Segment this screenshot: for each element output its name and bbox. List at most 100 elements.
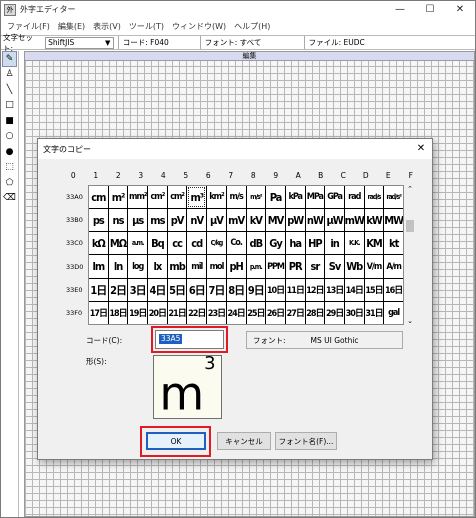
char-cell[interactable]: MV	[266, 209, 285, 232]
char-cell[interactable]: mb	[167, 255, 187, 278]
char-cell[interactable]: 21日	[167, 301, 187, 324]
char-cell[interactable]: pV	[167, 209, 187, 232]
char-cell[interactable]: μV	[207, 209, 226, 232]
menu-edit[interactable]: 編集(E)	[58, 21, 85, 32]
char-cell[interactable]: ps	[89, 209, 108, 232]
char-cell[interactable]: KM	[364, 232, 384, 255]
char-cell[interactable]: kW	[364, 209, 384, 232]
char-cell[interactable]: MΩ	[108, 232, 128, 255]
scroll-thumb[interactable]	[406, 220, 414, 232]
char-cell[interactable]: PR	[285, 255, 305, 278]
char-cell[interactable]: mil	[187, 255, 207, 278]
char-cell[interactable]: 17日	[89, 301, 108, 324]
font-name-button[interactable]: フォント名(F)...	[275, 432, 337, 450]
code-field[interactable]: 33A5	[155, 330, 224, 349]
char-cell[interactable]: mW	[344, 209, 364, 232]
filled-ellipse-icon[interactable]: ●	[2, 144, 17, 160]
char-cell[interactable]: Wb	[344, 255, 364, 278]
char-cell[interactable]: 14日	[344, 278, 364, 301]
filled-rect-icon[interactable]: ■	[2, 113, 17, 129]
char-cell[interactable]: Bq	[148, 232, 167, 255]
cancel-button[interactable]: キャンセル	[217, 432, 271, 450]
char-cell[interactable]: PPM	[266, 255, 285, 278]
char-cell[interactable]: 12日	[305, 278, 325, 301]
char-cell[interactable]: V/m	[364, 255, 384, 278]
char-cell[interactable]: mol	[207, 255, 226, 278]
char-cell[interactable]: Gy	[266, 232, 285, 255]
char-cell[interactable]: nW	[305, 209, 325, 232]
char-cell[interactable]: A/m	[384, 255, 403, 278]
char-cell[interactable]: 27日	[285, 301, 305, 324]
char-cell[interactable]: 15日	[364, 278, 384, 301]
char-cell[interactable]: MPa	[305, 186, 325, 209]
char-cell[interactable]: 9日	[246, 278, 266, 301]
menu-tools[interactable]: ツール(T)	[129, 21, 164, 32]
char-cell[interactable]: ns	[108, 209, 128, 232]
char-cell[interactable]: 6日	[187, 278, 207, 301]
char-cell[interactable]: 23日	[207, 301, 226, 324]
char-cell[interactable]: C/kg	[207, 232, 226, 255]
char-cell[interactable]: 30日	[344, 301, 364, 324]
char-cell[interactable]: 1日	[89, 278, 108, 301]
char-cell[interactable]: m/s²	[246, 186, 266, 209]
hollow-ellipse-icon[interactable]: ○	[2, 129, 17, 145]
brush-icon[interactable]: ♙	[2, 67, 17, 83]
char-cell[interactable]: 26日	[266, 301, 285, 324]
char-cell[interactable]: mm²	[128, 186, 148, 209]
line-icon[interactable]: ╲	[2, 82, 17, 98]
char-cell[interactable]: in	[325, 232, 344, 255]
ok-button[interactable]: OK	[146, 432, 206, 450]
char-cell[interactable]: Co.	[226, 232, 246, 255]
char-cell[interactable]: lm	[89, 255, 108, 278]
eraser-icon[interactable]: ⌫	[2, 191, 17, 207]
char-cell[interactable]: 18日	[108, 301, 128, 324]
char-cell[interactable]: a.m.	[128, 232, 148, 255]
char-cell[interactable]: 2日	[108, 278, 128, 301]
char-cell[interactable]: 25日	[246, 301, 266, 324]
char-cell[interactable]: cm²	[167, 186, 187, 209]
char-cell[interactable]: m/s	[226, 186, 246, 209]
char-cell[interactable]: ln	[108, 255, 128, 278]
hollow-rect-icon[interactable]: □	[2, 98, 17, 114]
char-cell[interactable]: GPa	[325, 186, 344, 209]
char-cell[interactable]: MW	[384, 209, 403, 232]
char-cell[interactable]: 19日	[128, 301, 148, 324]
char-cell[interactable]: 24日	[226, 301, 246, 324]
maximize-button[interactable]: ☐	[415, 1, 445, 18]
freeform-select-icon[interactable]: ⬠	[2, 175, 17, 191]
char-cell[interactable]: 7日	[207, 278, 226, 301]
menu-file[interactable]: ファイル(F)	[7, 21, 50, 32]
char-cell[interactable]: nV	[187, 209, 207, 232]
char-cell[interactable]: cc	[167, 232, 187, 255]
menu-view[interactable]: 表示(V)	[93, 21, 121, 32]
char-cell[interactable]: 16日	[384, 278, 403, 301]
char-cell[interactable]: Pa	[266, 186, 285, 209]
minimize-button[interactable]: —	[385, 1, 415, 18]
char-cell[interactable]: 3日	[128, 278, 148, 301]
char-cell[interactable]: 4日	[148, 278, 167, 301]
char-cell[interactable]: m³	[187, 186, 207, 209]
char-cell[interactable]: 28日	[305, 301, 325, 324]
char-cell[interactable]: pH	[226, 255, 246, 278]
charset-select[interactable]: ShiftJIS ▼	[45, 36, 114, 49]
char-cell[interactable]: kV	[246, 209, 266, 232]
char-cell[interactable]: μs	[128, 209, 148, 232]
char-cell[interactable]: pW	[285, 209, 305, 232]
char-cell[interactable]: cd	[187, 232, 207, 255]
close-button[interactable]: ✕	[445, 1, 475, 18]
char-cell[interactable]: log	[128, 255, 148, 278]
char-cell[interactable]: Sv	[325, 255, 344, 278]
grid-scrollbar[interactable]: ⌃ ⌄	[404, 184, 416, 326]
char-cell[interactable]: 5日	[167, 278, 187, 301]
char-cell[interactable]: sr	[305, 255, 325, 278]
rect-select-icon[interactable]: ⬚	[2, 160, 17, 176]
char-cell[interactable]: ms	[148, 209, 167, 232]
scroll-up-icon[interactable]: ⌃	[404, 184, 416, 194]
char-cell[interactable]: p.m.	[246, 255, 266, 278]
char-cell[interactable]: 11日	[285, 278, 305, 301]
char-cell[interactable]: 10日	[266, 278, 285, 301]
char-cell[interactable]: kPa	[285, 186, 305, 209]
char-cell[interactable]: lx	[148, 255, 167, 278]
char-cell[interactable]: cm²	[148, 186, 167, 209]
char-cell[interactable]: rad/s	[364, 186, 384, 209]
